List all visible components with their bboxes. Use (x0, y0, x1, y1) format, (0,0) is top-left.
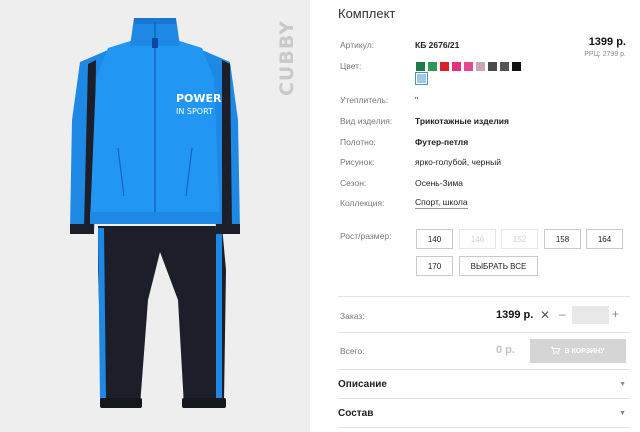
divider (338, 427, 630, 428)
chevron-down-icon: ▼ (619, 409, 626, 417)
accordion-description[interactable]: Описание ▼ (338, 371, 630, 397)
total-label: Всего: (340, 346, 365, 356)
color-swatch[interactable] (500, 62, 509, 71)
jacket (70, 18, 240, 234)
accordion-title: Описание (338, 378, 387, 390)
attr-label-season: Сезон: (340, 178, 367, 188)
chevron-down-icon: ▼ (619, 380, 626, 388)
product-image[interactable]: POWER IN SPORT CUBBY (0, 0, 310, 432)
color-swatches (416, 62, 521, 71)
color-swatch[interactable] (476, 62, 485, 71)
size-option-164[interactable]: 164 (586, 229, 623, 249)
color-swatch[interactable] (416, 62, 425, 71)
accordion-title: Состав (338, 407, 374, 419)
color-swatch[interactable] (440, 62, 449, 71)
size-option-140[interactable]: 140 (416, 229, 453, 249)
attr-value-fabric: Футер-петля (415, 137, 469, 147)
order-price: 1399 р. (496, 309, 534, 321)
size-option-152: 152 (501, 229, 538, 249)
multiply-icon: ✕ (540, 308, 551, 322)
accordion-composition[interactable]: Состав ▼ (338, 400, 630, 426)
product-rrp: РРЦ: 2799 р. (584, 51, 626, 58)
quantity-increase-button[interactable]: + (612, 307, 619, 321)
attr-value-insulation: " (415, 95, 419, 105)
order-label: Заказ: (340, 311, 365, 321)
attr-label-fabric: Полотно: (340, 137, 376, 147)
divider (338, 398, 630, 399)
divider (338, 332, 630, 333)
size-label: Рост/размер: (340, 231, 392, 241)
size-option-170[interactable]: 170 (416, 256, 453, 276)
divider (338, 296, 630, 297)
add-to-cart-button[interactable]: В КОРЗИНУ (530, 339, 626, 363)
quantity-input[interactable] (572, 306, 609, 324)
attr-value-season: Осень-Зима (415, 178, 463, 188)
product-price: 1399 р. (588, 36, 626, 48)
attr-value-pattern: ярко-голубой, черный (415, 157, 501, 167)
color-swatch[interactable] (428, 62, 437, 71)
divider (338, 369, 630, 370)
brand-logo: CUBBY (276, 19, 298, 97)
total-value: 0 р. (496, 344, 515, 356)
add-to-cart-label: В КОРЗИНУ (564, 347, 605, 355)
attr-label-color: Цвет: (340, 61, 362, 71)
attr-value-collection[interactable]: Спорт, школа (415, 197, 468, 209)
tracksuit-illustration: POWER IN SPORT (70, 18, 240, 408)
size-option-158[interactable]: 158 (544, 229, 581, 249)
color-swatch[interactable] (452, 62, 461, 71)
attr-label-pattern: Рисунок: (340, 157, 375, 167)
attr-value-article: КБ 2676/21 (415, 40, 460, 50)
color-swatch[interactable] (488, 62, 497, 71)
color-swatch[interactable] (464, 62, 473, 71)
selected-color-swatch[interactable] (415, 72, 428, 85)
quantity-decrease-button[interactable]: – (559, 307, 566, 321)
pants (98, 226, 226, 408)
attr-label-collection: Коллекция: (340, 198, 385, 208)
attr-value-type: Трикотажные изделия (415, 116, 509, 126)
print-line-2: IN SPORT (176, 107, 213, 116)
size-option-146: 146 (459, 229, 496, 249)
cart-icon (551, 347, 561, 355)
color-swatch[interactable] (512, 62, 521, 71)
product-title: Комплект (338, 6, 396, 21)
select-all-sizes-button[interactable]: ВЫБРАТЬ ВСЕ (459, 256, 538, 276)
attr-label-type: Вид изделия: (340, 116, 393, 126)
attr-label-insulation: Утеплитель: (340, 95, 389, 105)
print-line-1: POWER (176, 92, 222, 105)
attr-label-article: Артикул: (340, 40, 375, 50)
